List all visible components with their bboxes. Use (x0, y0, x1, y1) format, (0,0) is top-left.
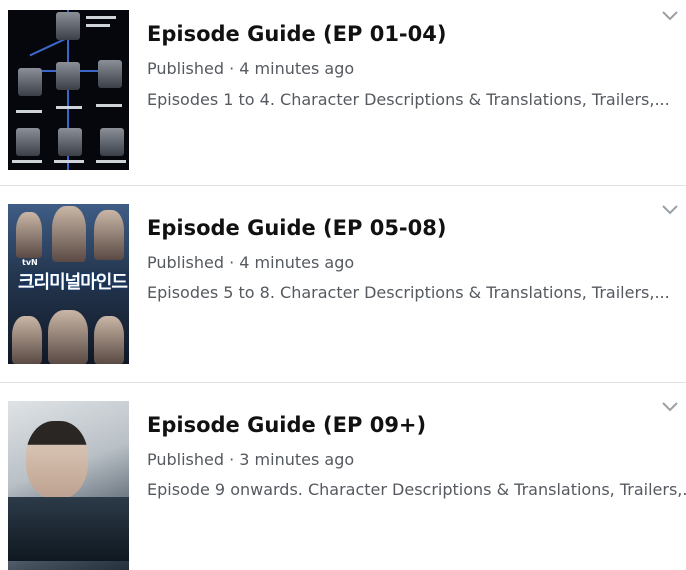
drama-poster-image[interactable]: tvN 크리미널마인드 (8, 204, 129, 364)
item-description: Episodes 5 to 8. Character Descriptions … (147, 283, 670, 302)
item-meta: Published · 4 minutes ago (147, 59, 355, 78)
relationship-chart-image[interactable] (8, 10, 129, 170)
list-item[interactable]: Episode Guide (EP 01-04) Published · 4 m… (0, 0, 686, 185)
item-title[interactable]: Episode Guide (EP 09+) (147, 413, 426, 437)
chevron-down-icon[interactable] (660, 8, 680, 22)
actor-portrait-image[interactable] (8, 401, 129, 570)
item-description: Episodes 1 to 4. Character Descriptions … (147, 90, 670, 109)
poster-title: 크리미널마인드 (18, 272, 128, 293)
list-item[interactable]: Episode Guide (EP 09+) Published · 3 min… (0, 383, 686, 570)
item-meta: Published · 4 minutes ago (147, 253, 355, 272)
poster-brand: tvN (22, 258, 38, 267)
item-title[interactable]: Episode Guide (EP 05-08) (147, 216, 446, 240)
episode-guide-list: Episode Guide (EP 01-04) Published · 4 m… (0, 0, 686, 570)
list-item[interactable]: tvN 크리미널마인드 Episode Guide (EP 05-08) Pub… (0, 186, 686, 382)
item-title[interactable]: Episode Guide (EP 01-04) (147, 22, 446, 46)
chevron-down-icon[interactable] (660, 202, 680, 216)
chevron-down-icon[interactable] (660, 399, 680, 413)
item-description: Episode 9 onwards. Character Description… (147, 480, 686, 499)
item-meta: Published · 3 minutes ago (147, 450, 355, 469)
